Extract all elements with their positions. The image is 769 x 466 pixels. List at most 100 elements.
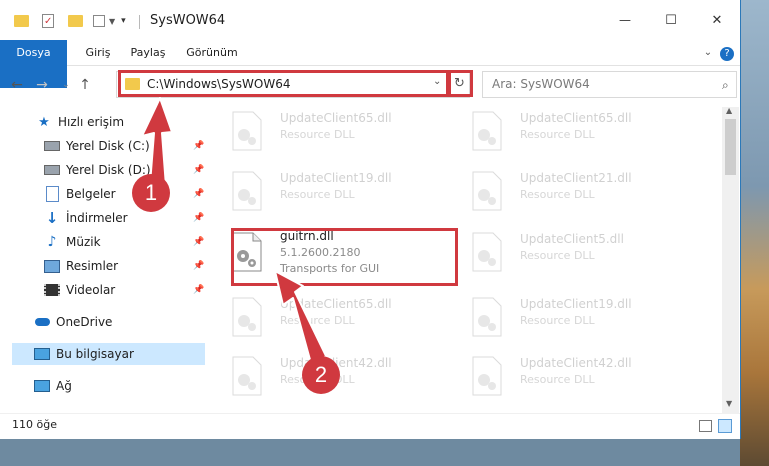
sidebar-label: Videolar [66, 283, 116, 297]
file-name: UpdateClient65.dll [520, 111, 632, 125]
file-item[interactable]: UpdateClient65.dll Resource DLL [452, 107, 672, 155]
chevron-down-icon: ⌄ [703, 47, 713, 58]
back-button[interactable]: ← [8, 76, 26, 94]
sidebar-item-quick-access[interactable]: ★ Hızlı erişim [36, 111, 241, 133]
file-name: UpdateClient19.dll [280, 171, 392, 185]
qa-customize-icon[interactable]: ▾ [121, 16, 126, 26]
file-item[interactable]: UpdateClient65.dll Resource DLL [212, 293, 432, 341]
details-view-icon[interactable] [699, 420, 712, 432]
quick-access-toolbar: ✓ ▼ ▾ [14, 12, 126, 30]
title-bar: ✓ ▼ ▾ SysWOW64 — ☐ ✕ [0, 0, 740, 40]
file-name: UpdateClient21.dll [520, 171, 632, 185]
forward-button[interactable]: → [33, 76, 51, 94]
address-bar-highlight [118, 70, 449, 97]
sidebar-label: Yerel Disk (D:) [66, 163, 151, 177]
up-button[interactable]: ↑ [76, 76, 94, 94]
close-icon: ✕ [711, 12, 723, 28]
sidebar-label: Resimler [66, 259, 119, 273]
arrow-up-icon: ↑ [79, 77, 91, 93]
search-input[interactable]: Ara: SysWOW64 [482, 71, 737, 98]
sidebar-label: Hızlı erişim [58, 115, 125, 129]
file-item[interactable]: UpdateClient19.dll Resource DLL [452, 293, 672, 341]
window-title: SysWOW64 [150, 13, 226, 28]
sidebar-item-network[interactable]: Ağ [34, 375, 239, 397]
maximize-icon: ☐ [665, 12, 677, 28]
explorer-window: ✓ ▼ ▾ SysWOW64 — ☐ ✕ Dosya Giriş Paylaş … [0, 0, 741, 439]
pictures-icon [44, 258, 60, 274]
file-name: UpdateClient42.dll [520, 356, 632, 370]
dll-file-icon [472, 111, 502, 151]
dll-file-icon [472, 232, 502, 272]
sidebar-label: OneDrive [56, 315, 113, 329]
cloud-icon [34, 314, 50, 330]
step-badge-1: 1 [132, 174, 170, 212]
properties-icon[interactable]: ✓ [42, 14, 54, 28]
scroll-down-icon[interactable]: ▼ [726, 399, 732, 408]
dll-file-icon [472, 171, 502, 211]
network-icon [34, 378, 50, 394]
ribbon: Dosya Giriş Paylaş Görünüm ⌄ ? [0, 40, 740, 88]
tab-share[interactable]: Paylaş [127, 40, 169, 65]
sidebar-label: Belgeler [66, 187, 116, 201]
dll-file-icon [472, 297, 502, 337]
title-separator [139, 15, 140, 29]
star-icon: ★ [38, 114, 50, 130]
pin-icon: 📌 [193, 261, 205, 271]
file-item[interactable]: UpdateClient21.dll Resource DLL [452, 167, 672, 215]
maximize-button[interactable]: ☐ [648, 6, 694, 34]
tab-view[interactable]: Görünüm [182, 40, 242, 65]
pin-icon: 📌 [193, 237, 205, 247]
help-button[interactable]: ? [719, 40, 735, 65]
sidebar-item-this-pc[interactable]: Bu bilgisayar [12, 343, 205, 365]
step-badge-2: 2 [302, 356, 340, 394]
sidebar-label: İndirmeler [66, 211, 128, 225]
file-item[interactable]: UpdateClient5.dll Resource DLL [452, 228, 672, 276]
new-folder-icon[interactable] [68, 15, 83, 27]
file-highlight [231, 228, 458, 286]
sidebar-label: Müzik [66, 235, 101, 249]
file-name: UpdateClient5.dll [520, 232, 624, 246]
sidebar-label: Bu bilgisayar [56, 347, 134, 361]
file-name: UpdateClient65.dll [280, 297, 392, 311]
file-description: Resource DLL [520, 128, 595, 141]
sidebar-label: Ağ [56, 379, 72, 393]
sidebar-label: Yerel Disk (C:) [66, 139, 150, 153]
vertical-scrollbar[interactable]: ▲ ▼ [722, 106, 739, 413]
file-name: UpdateClient65.dll [280, 111, 392, 125]
music-icon: ♪ [47, 234, 57, 250]
file-name: UpdateClient19.dll [520, 297, 632, 311]
search-icon: ⌕ [722, 78, 729, 92]
scrollbar-thumb[interactable] [725, 119, 736, 175]
documents-icon [44, 186, 60, 202]
scroll-up-icon[interactable]: ▲ [726, 106, 732, 115]
video-icon [44, 282, 60, 298]
close-button[interactable]: ✕ [694, 6, 740, 34]
file-description: Resource DLL [520, 373, 595, 386]
qa-menu-icon[interactable] [93, 15, 105, 27]
file-item[interactable]: UpdateClient65.dll Resource DLL [212, 107, 432, 155]
file-item[interactable]: UpdateClient42.dll Resource DLL [452, 352, 672, 400]
pin-icon: 📌 [193, 141, 205, 151]
file-item[interactable]: UpdateClient19.dll Resource DLL [212, 167, 432, 215]
arrow-left-icon: ← [11, 77, 23, 93]
dll-file-icon [232, 356, 262, 396]
refresh-highlight [448, 70, 473, 97]
minimize-icon: — [619, 13, 631, 27]
dll-file-icon [472, 356, 502, 396]
pin-icon: 📌 [193, 213, 205, 223]
file-description: Resource DLL [520, 188, 595, 201]
recent-locations-button[interactable]: ⌄ [57, 76, 75, 94]
ribbon-expand-button[interactable]: ⌄ [700, 40, 716, 65]
chevron-down-icon[interactable]: ▼ [109, 17, 115, 26]
file-description: Resource DLL [280, 188, 355, 201]
sidebar-item-onedrive[interactable]: OneDrive [34, 311, 239, 333]
file-description: Resource DLL [280, 314, 355, 327]
pin-icon: 📌 [193, 189, 205, 199]
minimize-button[interactable]: — [602, 6, 648, 34]
pin-icon: 📌 [193, 285, 205, 295]
tiles-view-icon[interactable] [718, 419, 732, 433]
dll-file-icon [232, 297, 262, 337]
tab-home[interactable]: Giriş [80, 40, 116, 65]
drive-icon [44, 162, 60, 178]
pin-icon: 📌 [193, 165, 205, 175]
